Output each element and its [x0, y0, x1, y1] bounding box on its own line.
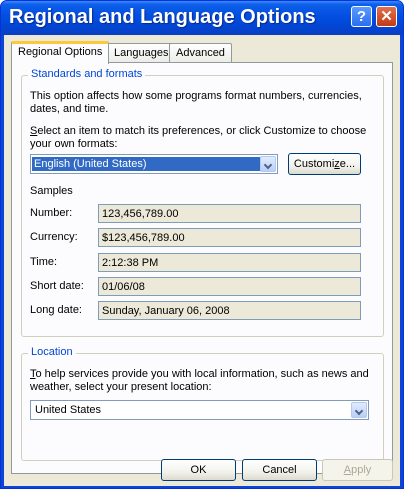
window-title: Regional and Language Options: [9, 6, 316, 28]
formats-dropdown[interactable]: English (United States): [30, 154, 278, 174]
apply-button[interactable]: Apply: [322, 459, 393, 481]
tab-languages[interactable]: Languages: [107, 43, 176, 63]
description-text: This option affects how some programs fo…: [30, 90, 362, 102]
help-icon: ?: [356, 8, 367, 25]
cancel-button[interactable]: Cancel: [242, 459, 317, 481]
tab-advanced[interactable]: Advanced: [169, 43, 232, 63]
currency-label: Currency:: [30, 231, 78, 243]
title-bar[interactable]: Regional and Language Options ? ✕: [1, 1, 403, 35]
tab-label: Advanced: [176, 47, 225, 59]
formats-dropdown-value: English (United States): [32, 157, 261, 171]
customize-button[interactable]: Customize...: [288, 153, 361, 175]
chevron-down-icon[interactable]: [260, 156, 276, 172]
tab-regional-options[interactable]: Regional Options: [11, 41, 110, 64]
dialog-window: Regional and Language Options ? ✕ Region…: [0, 0, 404, 489]
help-button[interactable]: ?: [351, 6, 372, 27]
chevron-down-icon[interactable]: [351, 402, 367, 418]
instruction-rest: elect an item to match its preferences, …: [37, 125, 367, 137]
long-date-label: Long date:: [30, 304, 82, 316]
button-label: pply: [351, 464, 372, 476]
button-label: Customi: [293, 158, 335, 170]
instruction-rest: o help services provide you with local i…: [35, 368, 369, 380]
accelerator-key: A: [343, 464, 352, 476]
close-icon: ✕: [380, 8, 393, 25]
standards-and-formats-group: Standards and formats This option affect…: [21, 68, 384, 337]
button-label-rest: e...: [339, 158, 356, 170]
close-button[interactable]: ✕: [376, 6, 397, 27]
location-instruction-text-line2: weather, select your present location:: [30, 381, 212, 393]
location-dropdown-value: United States: [35, 404, 102, 416]
select-instruction-text-line2: your own formats:: [30, 138, 118, 150]
ok-button[interactable]: OK: [161, 459, 236, 481]
button-label: OK: [190, 464, 207, 476]
standards-legend: Standards and formats: [28, 68, 146, 80]
select-instruction-text: Select an item to match its preferences,…: [30, 125, 366, 137]
location-legend: Location: [28, 346, 76, 358]
location-group: Location To help services provide you wi…: [21, 346, 384, 461]
samples-heading: Samples: [30, 185, 73, 197]
button-label: Cancel: [262, 464, 297, 476]
short-date-label: Short date:: [30, 280, 84, 292]
tab-label: Languages: [114, 47, 169, 59]
time-label: Time:: [30, 256, 58, 268]
dialog-client-area: Regional Options Languages Advanced Stan…: [4, 35, 400, 486]
location-dropdown[interactable]: United States: [30, 400, 369, 420]
long-date-sample-field: Sunday, January 06, 2008: [98, 301, 361, 320]
time-sample-field: 2:12:38 PM: [98, 253, 361, 272]
number-label: Number:: [30, 207, 73, 219]
location-instruction-text: To help services provide you with local …: [30, 368, 369, 380]
currency-sample-field: $123,456,789.00: [98, 228, 361, 247]
regional-options-panel: Standards and formats This option affect…: [11, 62, 393, 474]
short-date-sample-field: 01/06/08: [98, 277, 361, 296]
description-text-line2: dates, and time.: [30, 103, 109, 115]
tab-label: Regional Options: [18, 46, 103, 58]
number-sample-field: 123,456,789.00: [98, 204, 361, 223]
